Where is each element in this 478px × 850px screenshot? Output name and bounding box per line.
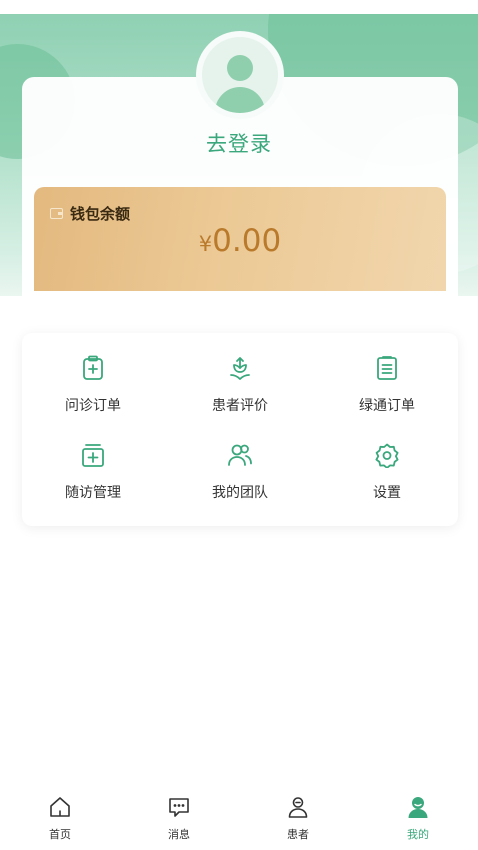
menu-item-consultation-orders[interactable]: 问诊订单 — [28, 355, 158, 425]
tab-mine[interactable]: 我的 — [378, 790, 458, 844]
menu-item-label: 随访管理 — [65, 485, 121, 501]
document-list-icon — [377, 356, 397, 380]
avatar-body — [215, 87, 265, 113]
avatar-head — [227, 55, 253, 81]
menu-item-patient-reviews[interactable]: 患者评价 — [175, 355, 305, 425]
flower-icon — [230, 357, 250, 380]
tab-patients[interactable]: 患者 — [258, 790, 338, 844]
tab-label: 首页 — [49, 828, 71, 841]
menu-item-green-channel-orders[interactable]: 绿通订单 — [322, 355, 452, 425]
avatar[interactable] — [202, 37, 278, 113]
currency-symbol: ¥ — [198, 232, 213, 256]
menu-item-follow-up[interactable]: 随访管理 — [28, 442, 158, 512]
clipboard-plus-icon — [83, 355, 103, 380]
medical-box-icon — [82, 444, 104, 467]
menu-item-label: 患者评价 — [212, 398, 268, 414]
menu-item-settings[interactable]: 设置 — [322, 442, 452, 512]
patient-icon — [288, 797, 308, 818]
profile-page: 去登录 钱包余额 ¥0.00 问诊订单 患者评价 绿通订单 随访管理 我的团队 … — [0, 0, 478, 850]
menu-item-my-team[interactable]: 我的团队 — [175, 442, 305, 512]
menu-item-label: 问诊订单 — [65, 398, 121, 414]
wallet-balance: ¥0.00 — [34, 223, 446, 259]
tab-label: 消息 — [168, 828, 190, 841]
menu-card: 问诊订单 患者评价 绿通订单 随访管理 我的团队 设置 — [22, 333, 458, 526]
tab-label: 我的 — [407, 828, 429, 841]
wallet-label: 钱包余额 — [70, 205, 131, 223]
menu-item-label: 我的团队 — [212, 485, 268, 501]
menu-item-label: 绿通订单 — [359, 398, 415, 414]
tab-label: 患者 — [287, 828, 309, 841]
tab-messages[interactable]: 消息 — [139, 790, 219, 844]
wallet-amount: 0.00 — [212, 223, 282, 259]
gear-icon — [375, 443, 399, 468]
wallet-icon — [50, 208, 63, 219]
message-icon — [169, 798, 189, 817]
profile-icon — [408, 797, 428, 818]
menu-item-label: 设置 — [373, 485, 401, 501]
bottom-tab-bar: 首页 消息 患者 我的 — [0, 790, 478, 850]
wallet-card[interactable]: 钱包余额 ¥0.00 — [34, 187, 446, 291]
home-icon — [50, 797, 70, 817]
login-link[interactable]: 去登录 — [0, 128, 478, 158]
tab-home[interactable]: 首页 — [20, 790, 100, 844]
team-icon — [228, 444, 252, 466]
